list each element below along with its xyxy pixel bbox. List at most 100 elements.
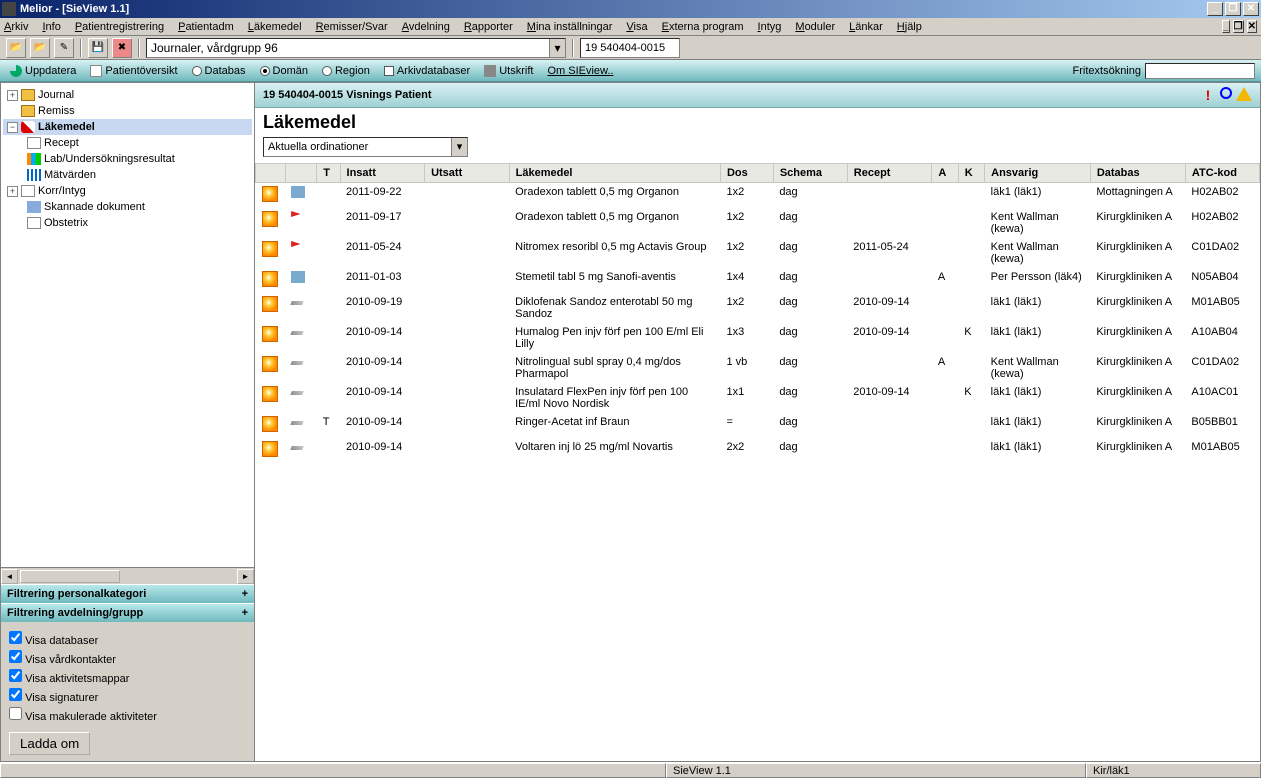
menu-rapporter[interactable]: Rapporter	[464, 21, 513, 33]
filter-vardkontakter[interactable]: Visa vårdkontakter	[9, 650, 246, 666]
tree-lab[interactable]: Lab/Undersökningsresultat	[3, 151, 252, 167]
col-t[interactable]: T	[317, 164, 340, 183]
close-button[interactable]: ✕	[1243, 2, 1259, 16]
pen-icon	[290, 301, 303, 305]
col-dos[interactable]: Dos	[720, 164, 773, 183]
sun-icon	[262, 386, 278, 402]
alert-circle-icon[interactable]	[1220, 87, 1232, 99]
journal-combo[interactable]: Journaler, vårdgrupp 96 ▾	[146, 38, 566, 58]
patient-overview-button[interactable]: Patientöversikt	[86, 64, 181, 78]
plus-icon: +	[242, 588, 248, 600]
col-ansvarig[interactable]: Ansvarig	[985, 164, 1091, 183]
doman-radio[interactable]: Domän	[256, 64, 312, 78]
table-row[interactable]: T2010-09-14Ringer-Acetat inf Braun=daglä…	[256, 413, 1260, 438]
folder-icon	[21, 105, 35, 117]
tree-recept[interactable]: Recept	[3, 135, 252, 151]
tree-skannade[interactable]: Skannade dokument	[3, 199, 252, 215]
sun-icon	[262, 416, 278, 432]
region-radio[interactable]: Region	[318, 64, 374, 78]
table-row[interactable]: 2010-09-14Voltaren inj lö 25 mg/ml Novar…	[256, 438, 1260, 463]
tree-journal[interactable]: + Journal	[3, 87, 252, 103]
chevron-down-icon[interactable]: ▾	[549, 39, 565, 57]
alert-warning-icon[interactable]	[1236, 87, 1252, 101]
col-lakemedel[interactable]: Läkemedel	[509, 164, 720, 183]
mdi-close-button[interactable]: ✕	[1247, 20, 1257, 33]
filter-signaturer[interactable]: Visa signaturer	[9, 688, 246, 704]
table-row[interactable]: 2010-09-14Insulatard FlexPen injv förf p…	[256, 383, 1260, 413]
pen-icon	[290, 446, 303, 450]
filter-aktivitetsmappar[interactable]: Visa aktivitetsmappar	[9, 669, 246, 685]
tree-obstetrix[interactable]: Obstetrix	[3, 215, 252, 231]
tree-remiss[interactable]: Remiss	[3, 103, 252, 119]
doc-icon	[27, 217, 41, 229]
menu-info[interactable]: Info	[42, 21, 60, 33]
databas-radio[interactable]: Databas	[188, 64, 250, 78]
menu-moduler[interactable]: Moduler	[795, 21, 835, 33]
reload-button[interactable]: Ladda om	[9, 732, 90, 755]
col-utsatt[interactable]: Utsatt	[425, 164, 510, 183]
filter-personal-header[interactable]: Filtrering personalkategori+	[1, 584, 254, 603]
menu-arkiv[interactable]: Arkiv	[4, 21, 28, 33]
col-databas[interactable]: Databas	[1090, 164, 1185, 183]
table-row[interactable]: 2011-09-17Oradexon tablett 0,5 mg Organo…	[256, 208, 1260, 238]
col-atc[interactable]: ATC-kod	[1185, 164, 1259, 183]
chevron-down-icon[interactable]: ▾	[451, 138, 467, 156]
table-row[interactable]: 2010-09-19Diklofenak Sandoz enterotabl 5…	[256, 293, 1260, 323]
filter-makulerade[interactable]: Visa makulerade aktiviteter	[9, 707, 246, 723]
table-row[interactable]: 2011-01-03Stemetil tabl 5 mg Sanofi-aven…	[256, 268, 1260, 293]
tb-open2-icon[interactable]: 📂	[30, 38, 50, 58]
expand-icon[interactable]: +	[7, 186, 18, 197]
table-row[interactable]: 2010-09-14Humalog Pen injv förf pen 100 …	[256, 323, 1260, 353]
sidebar-scrollbar[interactable]: ◄ ►	[1, 567, 254, 584]
menu-hjlp[interactable]: Hjälp	[897, 21, 922, 33]
menu-remissersvar[interactable]: Remisser/Svar	[316, 21, 388, 33]
tree-lakemedel[interactable]: − Läkemedel	[3, 119, 252, 135]
menu-avdelning[interactable]: Avdelning	[402, 21, 450, 33]
scroll-right-icon[interactable]: ►	[237, 569, 254, 584]
col-insatt[interactable]: Insatt	[340, 164, 425, 183]
menu-patientregistrering[interactable]: Patientregistrering	[75, 21, 164, 33]
update-button[interactable]: Uppdatera	[6, 64, 80, 78]
menu-lkemedel[interactable]: Läkemedel	[248, 21, 302, 33]
sun-icon	[262, 356, 278, 372]
menu-patientadm[interactable]: Patientadm	[178, 21, 234, 33]
mdi-restore-button[interactable]: ❐	[1233, 20, 1244, 33]
col-a[interactable]: A	[932, 164, 958, 183]
ordinations-dropdown[interactable]: Aktuella ordinationer ▾	[263, 137, 468, 157]
tb-save-icon[interactable]: 💾	[88, 38, 108, 58]
col-schema[interactable]: Schema	[773, 164, 847, 183]
col-recept[interactable]: Recept	[847, 164, 932, 183]
menu-minainstllningar[interactable]: Mina inställningar	[527, 21, 613, 33]
about-link[interactable]: Om SIEview..	[543, 64, 617, 78]
radio-icon	[322, 66, 332, 76]
tb-delete-icon[interactable]: ✖	[112, 38, 132, 58]
col-icon[interactable]	[256, 164, 286, 183]
col-k[interactable]: K	[958, 164, 984, 183]
mdi-minimize-button[interactable]: _	[1222, 20, 1230, 33]
col-type[interactable]	[285, 164, 317, 183]
tb-edit-icon[interactable]: ✎	[54, 38, 74, 58]
filter-databaser[interactable]: Visa databaser	[9, 631, 246, 647]
table-row[interactable]: 2010-09-14Nitrolingual subl spray 0,4 mg…	[256, 353, 1260, 383]
menu-externaprogram[interactable]: Externa program	[662, 21, 744, 33]
menu-visa[interactable]: Visa	[626, 21, 647, 33]
table-row[interactable]: 2011-05-24Nitromex resoribl 0,5 mg Actav…	[256, 238, 1260, 268]
tb-open-icon[interactable]: 📂	[6, 38, 26, 58]
maximize-button[interactable]: ❐	[1225, 2, 1241, 16]
menu-lnkar[interactable]: Länkar	[849, 21, 883, 33]
search-input[interactable]	[1145, 63, 1255, 79]
status-left	[0, 763, 666, 778]
expand-icon[interactable]: +	[7, 90, 18, 101]
scroll-left-icon[interactable]: ◄	[1, 569, 18, 584]
menu-intyg[interactable]: Intyg	[758, 21, 782, 33]
filter-avdelning-header[interactable]: Filtrering avdelning/grupp+	[1, 603, 254, 622]
scroll-thumb[interactable]	[20, 570, 120, 583]
tree-korr[interactable]: + Korr/Intyg	[3, 183, 252, 199]
print-button[interactable]: Utskrift	[480, 64, 537, 78]
table-row[interactable]: 2011-09-22Oradexon tablett 0,5 mg Organo…	[256, 183, 1260, 209]
minimize-button[interactable]: _	[1207, 2, 1223, 16]
arkiv-checkbox[interactable]: Arkivdatabaser	[380, 64, 474, 78]
collapse-icon[interactable]: −	[7, 122, 18, 133]
tree-matvarden[interactable]: Mätvärden	[3, 167, 252, 183]
alert-exclamation-icon[interactable]: !	[1200, 87, 1216, 103]
